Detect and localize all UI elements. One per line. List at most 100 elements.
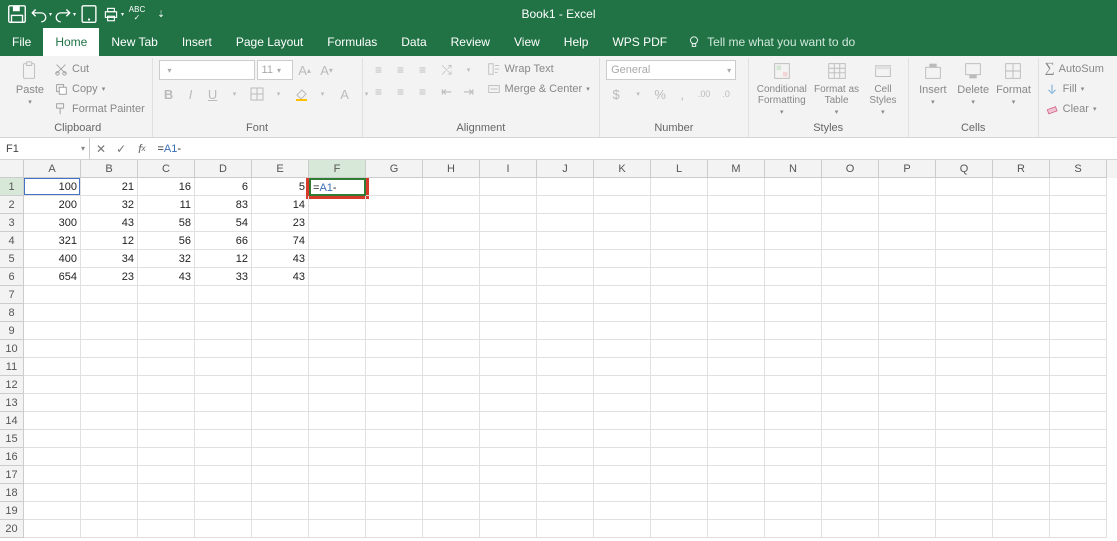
row-header-2[interactable]: 2	[0, 196, 24, 214]
cell-P17[interactable]	[879, 466, 936, 484]
cell-P18[interactable]	[879, 484, 936, 502]
cell-E4[interactable]: 74	[252, 232, 309, 250]
cell-F13[interactable]	[309, 394, 366, 412]
cell-F3[interactable]	[309, 214, 366, 232]
cell-O20[interactable]	[822, 520, 879, 538]
row-header-17[interactable]: 17	[0, 466, 24, 484]
align-bottom-icon[interactable]: ≡	[413, 60, 433, 80]
cell-B4[interactable]: 12	[81, 232, 138, 250]
cell-N8[interactable]	[765, 304, 822, 322]
cell-K3[interactable]	[594, 214, 651, 232]
cell-G6[interactable]	[366, 268, 423, 286]
cell-J9[interactable]	[537, 322, 594, 340]
cell-R19[interactable]	[993, 502, 1050, 520]
name-box[interactable]: F1▾	[0, 138, 90, 159]
cell-E18[interactable]	[252, 484, 309, 502]
cell-O8[interactable]	[822, 304, 879, 322]
currency-button[interactable]: $	[606, 84, 626, 104]
cell-B5[interactable]: 34	[81, 250, 138, 268]
cell-H15[interactable]	[423, 430, 480, 448]
cell-J3[interactable]	[537, 214, 594, 232]
select-all-corner[interactable]	[0, 160, 24, 178]
cell-B7[interactable]	[81, 286, 138, 304]
row-header-14[interactable]: 14	[0, 412, 24, 430]
cell-F19[interactable]	[309, 502, 366, 520]
cell-I19[interactable]	[480, 502, 537, 520]
cell-B16[interactable]	[81, 448, 138, 466]
cell-Q3[interactable]	[936, 214, 993, 232]
cell-K5[interactable]	[594, 250, 651, 268]
row-header-8[interactable]: 8	[0, 304, 24, 322]
cell-B10[interactable]	[81, 340, 138, 358]
cell-Q11[interactable]	[936, 358, 993, 376]
cell-E11[interactable]	[252, 358, 309, 376]
cell-F12[interactable]	[309, 376, 366, 394]
cell-O16[interactable]	[822, 448, 879, 466]
cell-L15[interactable]	[651, 430, 708, 448]
cell-L5[interactable]	[651, 250, 708, 268]
insert-cells-button[interactable]: Insert▾	[915, 60, 951, 106]
cell-E7[interactable]	[252, 286, 309, 304]
cell-F10[interactable]	[309, 340, 366, 358]
undo-icon[interactable]: ▾	[30, 3, 52, 25]
cell-D9[interactable]	[195, 322, 252, 340]
decrease-font-icon[interactable]: A▾	[317, 60, 337, 80]
row-header-20[interactable]: 20	[0, 520, 24, 538]
redo-icon[interactable]: ▾	[54, 3, 76, 25]
cell-C13[interactable]	[138, 394, 195, 412]
cell-L19[interactable]	[651, 502, 708, 520]
cell-K11[interactable]	[594, 358, 651, 376]
cell-C18[interactable]	[138, 484, 195, 502]
cell-R3[interactable]	[993, 214, 1050, 232]
cell-O18[interactable]	[822, 484, 879, 502]
cell-M20[interactable]	[708, 520, 765, 538]
cell-E10[interactable]	[252, 340, 309, 358]
cell-O11[interactable]	[822, 358, 879, 376]
cell-J19[interactable]	[537, 502, 594, 520]
cell-S5[interactable]	[1050, 250, 1107, 268]
cell-S1[interactable]	[1050, 178, 1107, 196]
number-format-combo[interactable]: General▾	[606, 60, 736, 80]
decrease-decimal-icon[interactable]: .0	[716, 84, 736, 104]
cell-M12[interactable]	[708, 376, 765, 394]
cell-H12[interactable]	[423, 376, 480, 394]
cell-C5[interactable]: 32	[138, 250, 195, 268]
cell-A13[interactable]	[24, 394, 81, 412]
cell-N9[interactable]	[765, 322, 822, 340]
cell-A5[interactable]: 400	[24, 250, 81, 268]
cell-P10[interactable]	[879, 340, 936, 358]
cell-J10[interactable]	[537, 340, 594, 358]
cell-K14[interactable]	[594, 412, 651, 430]
cell-A19[interactable]	[24, 502, 81, 520]
cell-N20[interactable]	[765, 520, 822, 538]
cell-K9[interactable]	[594, 322, 651, 340]
cell-I5[interactable]	[480, 250, 537, 268]
cell-B18[interactable]	[81, 484, 138, 502]
cell-O19[interactable]	[822, 502, 879, 520]
cell-H19[interactable]	[423, 502, 480, 520]
row-header-16[interactable]: 16	[0, 448, 24, 466]
cell-F20[interactable]	[309, 520, 366, 538]
cell-F1[interactable]: =A1-	[309, 178, 366, 196]
cell-O2[interactable]	[822, 196, 879, 214]
touch-mode-icon[interactable]	[78, 3, 100, 25]
cell-Q7[interactable]	[936, 286, 993, 304]
row-header-9[interactable]: 9	[0, 322, 24, 340]
cell-G10[interactable]	[366, 340, 423, 358]
cell-L17[interactable]	[651, 466, 708, 484]
column-header-S[interactable]: S	[1050, 160, 1107, 178]
cell-P13[interactable]	[879, 394, 936, 412]
cell-M13[interactable]	[708, 394, 765, 412]
increase-font-icon[interactable]: A▴	[295, 60, 315, 80]
cell-D13[interactable]	[195, 394, 252, 412]
cell-S14[interactable]	[1050, 412, 1107, 430]
cell-R20[interactable]	[993, 520, 1050, 538]
cell-S10[interactable]	[1050, 340, 1107, 358]
paste-button[interactable]: Paste ▾	[10, 60, 50, 106]
cell-G5[interactable]	[366, 250, 423, 268]
cell-R2[interactable]	[993, 196, 1050, 214]
cell-L18[interactable]	[651, 484, 708, 502]
column-header-M[interactable]: M	[708, 160, 765, 178]
cell-I8[interactable]	[480, 304, 537, 322]
cell-A15[interactable]	[24, 430, 81, 448]
